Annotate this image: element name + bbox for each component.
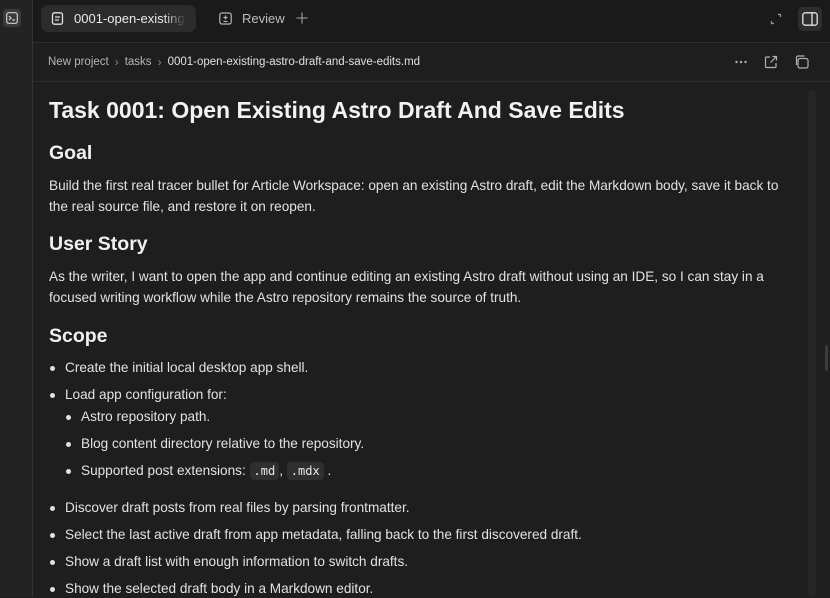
tab-task-file[interactable]: 0001-open-existing-astro-draft-and-save-… — [41, 5, 196, 32]
list-item: Create the initial local desktop app she… — [50, 358, 795, 377]
toggle-sidebar-button[interactable] — [798, 7, 822, 31]
list-item-text: Supported post extensions: — [81, 463, 246, 478]
page-title: Task 0001: Open Existing Astro Draft And… — [49, 97, 625, 123]
tab-review[interactable]: Review — [209, 5, 289, 32]
more-options-button[interactable] — [732, 53, 750, 71]
scope-list: Create the initial local desktop app she… — [49, 358, 795, 598]
tab-label: 0001-open-existing-astro-draft-and-save-… — [74, 11, 186, 26]
list-item: Show the selected draft body in a Markdo… — [50, 579, 795, 598]
separator: , — [279, 463, 283, 478]
user-story-paragraph: As the writer, I want to open the app an… — [49, 269, 764, 305]
tab-bar: 0001-open-existing-astro-draft-and-save-… — [33, 0, 830, 43]
period: . — [327, 463, 332, 478]
list-item-text: Load app configuration for: — [65, 387, 227, 402]
review-icon — [219, 11, 233, 26]
goal-paragraph: Build the first real tracer bullet for A… — [49, 178, 779, 214]
breadcrumb-file[interactable]: 0001-open-existing-astro-draft-and-save-… — [168, 56, 420, 68]
terminal-button[interactable] — [3, 9, 21, 27]
list-item: Select the last active draft from app me… — [50, 525, 795, 544]
copy-button[interactable] — [792, 53, 810, 71]
open-external-button[interactable] — [762, 53, 780, 71]
inline-code: .mdx — [286, 462, 324, 480]
list-item: Show a draft list with enough informatio… — [50, 552, 795, 571]
list-item: Supported post extensions: .md, .mdx . — [66, 461, 795, 481]
breadcrumb: New project › tasks › 0001-open-existing… — [48, 55, 420, 69]
list-item: Load app configuration for: Astro reposi… — [50, 385, 795, 481]
resize-handle[interactable] — [825, 345, 828, 371]
scrollbar[interactable] — [808, 90, 816, 597]
list-item: Discover draft posts from real files by … — [50, 498, 795, 517]
ellipsis-icon — [735, 60, 747, 64]
heading-user-story: User Story — [49, 233, 148, 255]
breadcrumb-bar: New project › tasks › 0001-open-existing… — [33, 43, 830, 82]
nested-list: Astro repository path. Blog content dire… — [65, 407, 795, 481]
inline-code: .md — [249, 462, 280, 480]
heading-goal: Goal — [49, 142, 93, 164]
terminal-icon — [6, 12, 18, 24]
heading-scope: Scope — [49, 325, 108, 347]
sidebar-toggle-icon — [802, 12, 818, 26]
list-item: Astro repository path. — [66, 407, 795, 426]
new-tab-button[interactable] — [293, 9, 311, 27]
left-activity-strip — [0, 0, 33, 597]
breadcrumb-folder[interactable]: tasks — [125, 56, 152, 68]
markdown-preview: Task 0001: Open Existing Astro Draft And… — [49, 82, 795, 598]
tab-label: Review — [242, 11, 285, 26]
chevron-right-icon: › — [157, 55, 162, 69]
external-link-icon — [764, 55, 778, 69]
chevron-right-icon: › — [114, 55, 119, 69]
breadcrumb-project[interactable]: New project — [48, 56, 109, 68]
collapse-button[interactable] — [764, 7, 788, 31]
list-item: Blog content directory relative to the r… — [66, 434, 795, 453]
copy-icon — [795, 55, 809, 69]
collapse-icon — [770, 13, 782, 25]
plus-icon — [296, 12, 308, 24]
document-icon — [51, 11, 65, 26]
